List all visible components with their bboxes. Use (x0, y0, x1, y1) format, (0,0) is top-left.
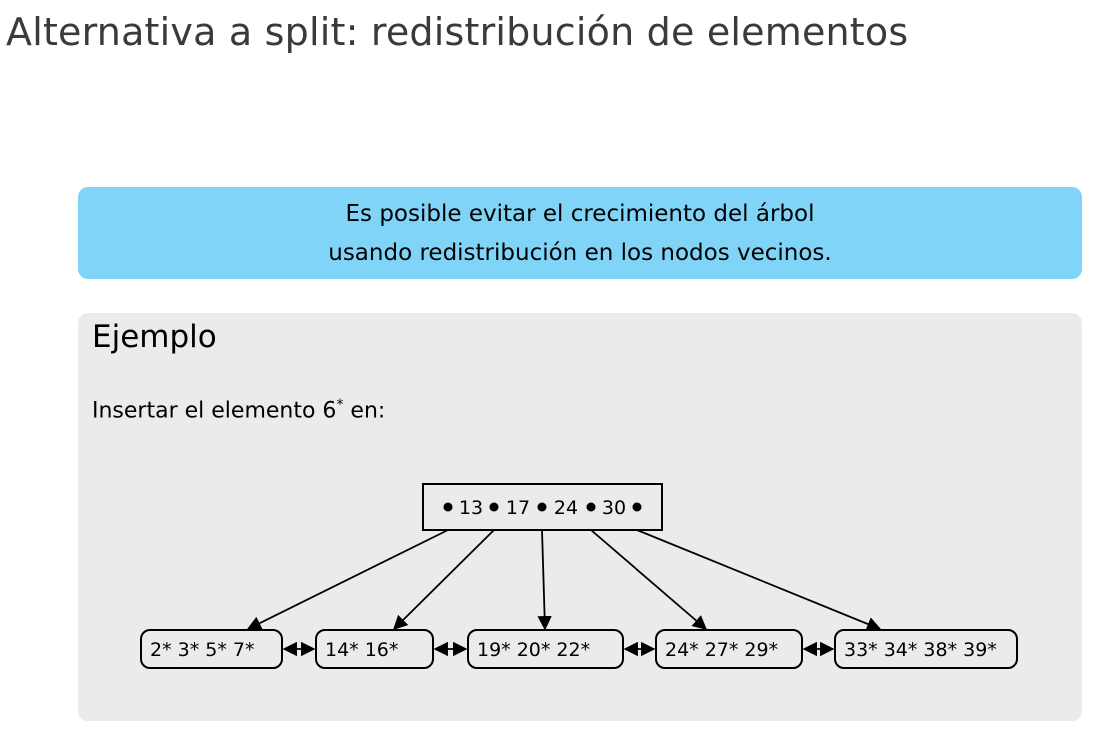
child-pointer-edge (537, 529, 552, 631)
root-key: 13 (459, 497, 483, 519)
root-key: 30 (602, 497, 626, 519)
child-pointer-edge (392, 529, 495, 631)
root-key: 24 (554, 497, 578, 519)
child-pointer-edge (590, 529, 708, 630)
root-pointer-0 (443, 502, 453, 512)
leaf-keys: 24* 27* 29* (665, 639, 778, 661)
root-pointer-4 (632, 502, 642, 512)
leaf-keys: 33* 34* 38* 39* (844, 639, 997, 661)
root-pointer-2 (537, 502, 547, 512)
leaf-keys: 19* 20* 22* (477, 639, 590, 661)
child-pointer-edge (636, 529, 882, 631)
bplus-tree-diagram: 13 17 24 30 2* 3* 5* 7* 14* 16* 19* 20* 22* 24… (140, 483, 1018, 669)
root-key: 17 (506, 497, 530, 519)
child-pointer-edge (246, 529, 449, 630)
root-pointer-1 (489, 502, 499, 512)
leaf-keys: 2* 3* 5* 7* (150, 639, 254, 661)
root-pointer-3 (586, 502, 596, 512)
leaf-keys: 14* 16* (325, 639, 398, 661)
